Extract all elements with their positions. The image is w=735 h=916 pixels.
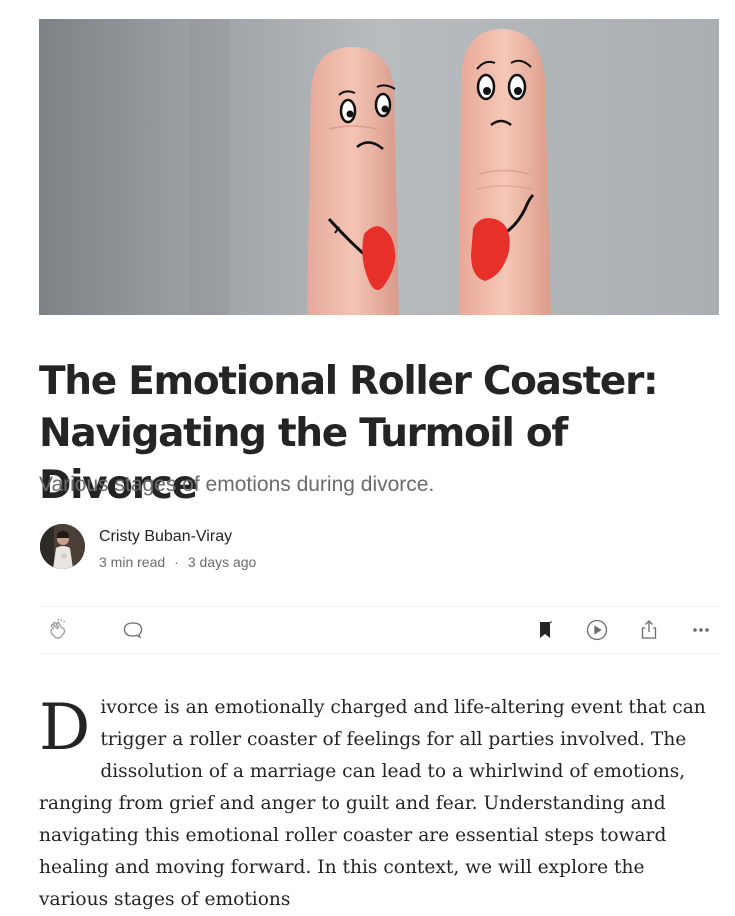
meta-separator: · [174,554,179,570]
finger-puppets-illustration [39,19,719,315]
article-meta: 3 min read · 3 days ago [99,552,256,572]
clap-icon[interactable] [47,618,71,642]
drop-cap: D [39,691,91,765]
share-icon[interactable] [637,618,661,642]
author-avatar[interactable] [40,524,85,569]
more-icon[interactable] [689,618,713,642]
avatar-photo [40,524,85,569]
hero-image [39,19,719,315]
article-paragraph: ivorce is an emotionally charged and lif… [39,697,706,910]
author-name[interactable]: Cristy Buban-Viray [99,526,232,548]
comment-icon[interactable] [121,618,145,642]
bookmark-icon[interactable] [533,618,557,642]
listen-icon[interactable] [585,618,609,642]
action-bar [39,606,719,654]
article-subtitle: Various stages of emotions during divorc… [39,473,435,496]
article-body: Divorce is an emotionally charged and li… [39,692,719,916]
publish-date: 3 days ago [187,554,257,570]
read-time: 3 min read [99,554,166,570]
